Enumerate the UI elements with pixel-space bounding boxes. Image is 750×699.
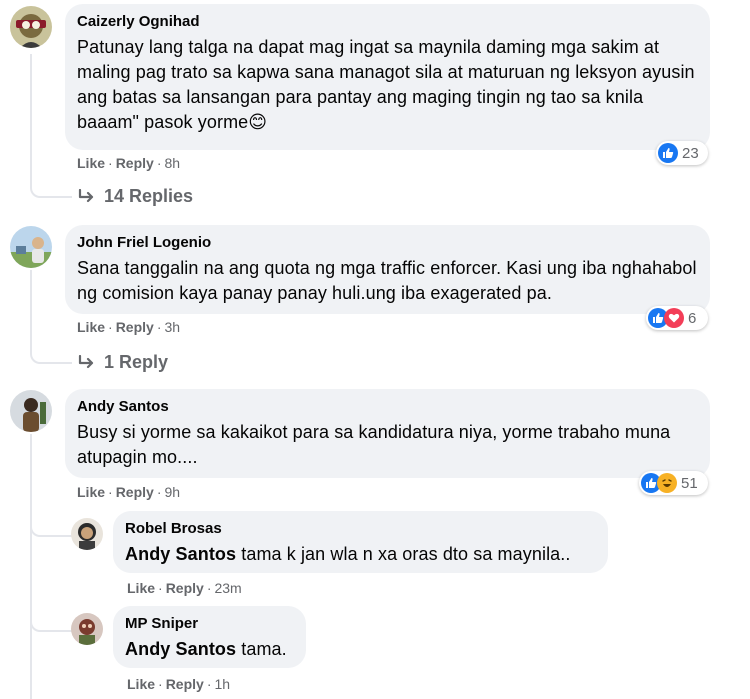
reply-actions: Like · Reply · 1h	[127, 676, 231, 692]
comment-actions: Like · Reply · 3h	[77, 319, 181, 335]
avatar[interactable]	[10, 6, 52, 48]
reaction-summary[interactable]: 23	[656, 141, 708, 165]
reply-bubble: MP Sniper Andy Santos tama.	[113, 606, 306, 668]
timestamp[interactable]: 9h	[164, 484, 180, 500]
comment-actions: Like · Reply · 8h	[77, 155, 181, 171]
reply-author[interactable]: MP Sniper	[125, 614, 294, 634]
comment-text: Patunay lang talga na dapat mag ingat sa…	[77, 37, 695, 132]
thread-connector	[30, 160, 72, 198]
reaction-count: 51	[681, 474, 698, 492]
view-replies-link[interactable]: 14 Replies	[78, 186, 193, 207]
reply-button[interactable]: Reply	[116, 155, 154, 171]
replies-label: 14 Replies	[104, 186, 194, 206]
reply-text: Andy Santos tama.	[125, 639, 287, 659]
love-reaction-icon	[664, 308, 684, 328]
reply-button[interactable]: Reply	[116, 484, 154, 500]
like-button[interactable]: Like	[127, 580, 155, 596]
thread-connector	[30, 505, 72, 537]
comment-bubble: John Friel Logenio Sana tanggalin na ang…	[65, 225, 710, 314]
reaction-count: 23	[682, 144, 699, 162]
reaction-summary[interactable]: 6	[646, 306, 708, 330]
comment-text: Sana tanggalin na ang quota ng mga traff…	[77, 258, 697, 303]
timestamp[interactable]: 1h	[214, 676, 230, 692]
like-button[interactable]: Like	[127, 676, 155, 692]
comment-bubble: Caizerly Ognihad Patunay lang talga na d…	[65, 4, 710, 150]
thread-line	[30, 434, 32, 699]
reply-arrow-icon	[78, 188, 94, 202]
comment-text: Busy si yorme sa kakaikot para sa kandid…	[77, 422, 671, 467]
replies-label: 1 Reply	[104, 352, 169, 372]
reply-arrow-icon	[78, 354, 94, 368]
timestamp[interactable]: 3h	[164, 319, 180, 335]
avatar[interactable]	[71, 613, 103, 645]
comment-author[interactable]: Caizerly Ognihad	[77, 12, 698, 32]
comment-author[interactable]: Andy Santos	[77, 397, 698, 417]
reply-text: Andy Santos tama k jan wla n xa oras dto…	[125, 544, 571, 564]
haha-reaction-icon	[657, 473, 677, 493]
mention-link[interactable]: Andy Santos	[125, 544, 236, 564]
like-button[interactable]: Like	[77, 319, 105, 335]
avatar[interactable]	[10, 390, 52, 432]
reply-button[interactable]: Reply	[116, 319, 154, 335]
reaction-count: 6	[688, 309, 697, 327]
comment-actions: Like · Reply · 9h	[77, 484, 181, 500]
like-button[interactable]: Like	[77, 155, 105, 171]
thread-connector	[30, 600, 72, 632]
mention-link[interactable]: Andy Santos	[125, 639, 236, 659]
reply-author[interactable]: Robel Brosas	[125, 519, 596, 539]
thread-connector	[30, 330, 72, 364]
comment-author[interactable]: John Friel Logenio	[77, 233, 698, 253]
avatar[interactable]	[71, 518, 103, 550]
like-reaction-icon	[658, 143, 678, 163]
reply-button[interactable]: Reply	[166, 580, 204, 596]
comment-bubble: Andy Santos Busy si yorme sa kakaikot pa…	[65, 389, 710, 478]
reply-button[interactable]: Reply	[166, 676, 204, 692]
timestamp[interactable]: 8h	[164, 155, 180, 171]
avatar[interactable]	[10, 226, 52, 268]
reaction-summary[interactable]: 51	[639, 471, 708, 495]
like-button[interactable]: Like	[77, 484, 105, 500]
timestamp[interactable]: 23m	[214, 580, 241, 596]
reply-actions: Like · Reply · 23m	[127, 580, 242, 596]
smiling-face-emoji: 😊	[248, 112, 268, 132]
reply-bubble: Robel Brosas Andy Santos tama k jan wla …	[113, 511, 608, 573]
view-replies-link[interactable]: 1 Reply	[78, 352, 168, 373]
